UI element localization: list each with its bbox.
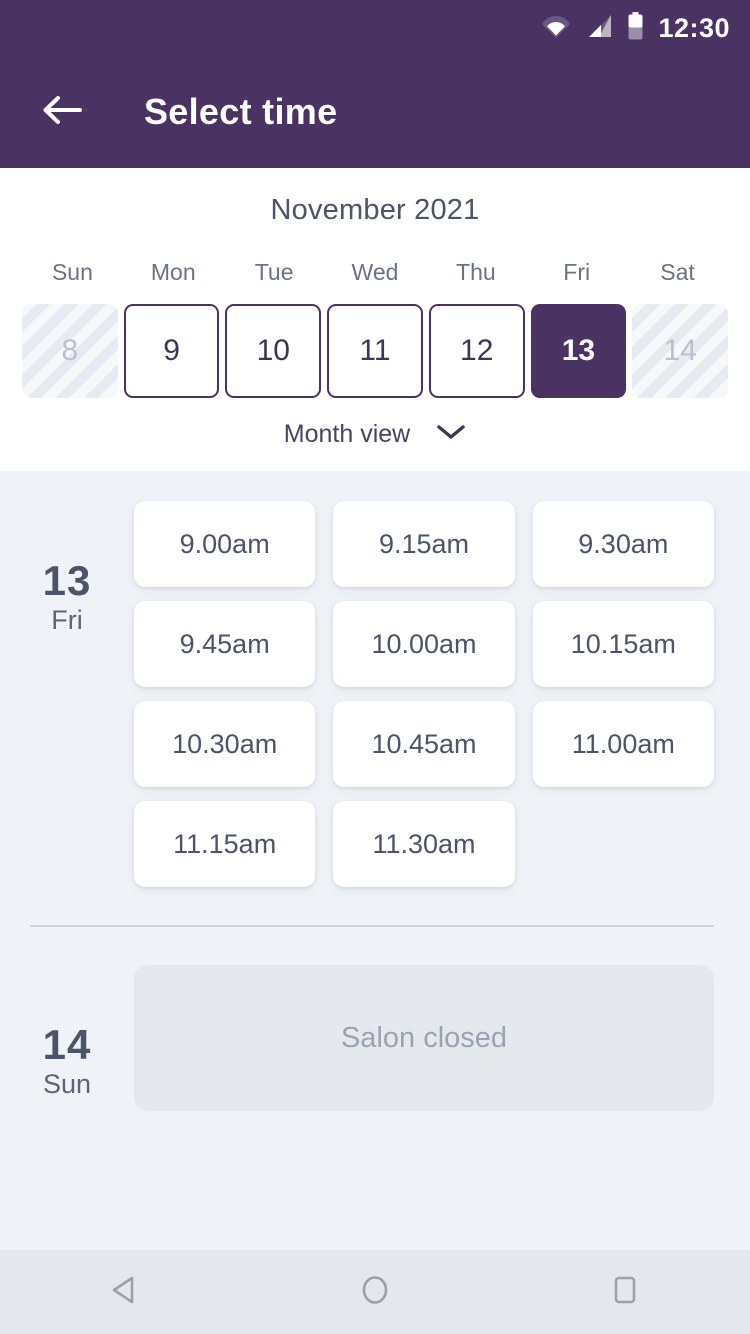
schedule-day-name: Fri bbox=[51, 605, 83, 636]
calendar-panel: November 2021 Sun Mon Tue Wed Thu Fri Sa… bbox=[0, 168, 750, 471]
month-view-label: Month view bbox=[283, 420, 411, 448]
calendar-week-row: 8 9 10 11 12 13 14 bbox=[0, 304, 750, 398]
schedule-day-label: 14 Sun bbox=[0, 965, 134, 1111]
time-slot[interactable]: 9.00am bbox=[134, 501, 316, 587]
calendar-day-cell[interactable]: 12 bbox=[428, 304, 525, 398]
cellular-signal-icon bbox=[585, 13, 613, 44]
schedule-day-group: 13 Fri 9.00am 9.15am 9.30am 9.45am 10.00… bbox=[0, 471, 750, 897]
page-title: Select time bbox=[144, 91, 338, 132]
time-slot[interactable]: 11.30am bbox=[333, 801, 515, 887]
calendar-day-cell-selected[interactable]: 13 bbox=[530, 304, 627, 398]
time-slot[interactable]: 10.15am bbox=[532, 601, 714, 687]
android-nav-bar bbox=[0, 1250, 750, 1334]
status-bar-clock: 12:30 bbox=[658, 12, 730, 43]
weekday-label: Thu bbox=[456, 259, 496, 285]
weekday-label: Sat bbox=[660, 259, 695, 285]
calendar-day-cell[interactable]: 11 bbox=[327, 304, 423, 398]
schedule-day-label: 13 Fri bbox=[0, 501, 134, 887]
calendar-month-title: November 2021 bbox=[270, 194, 480, 226]
time-slot[interactable]: 10.30am bbox=[134, 701, 316, 787]
weekday-label: Sun bbox=[51, 259, 93, 285]
schedule-day-group: 14 Sun Salon closed bbox=[0, 927, 750, 1111]
time-slot[interactable]: 9.15am bbox=[333, 501, 515, 587]
schedule-day-number: 14 bbox=[42, 1021, 92, 1068]
chevron-down-icon bbox=[436, 423, 466, 446]
weekday-header-row: Sun Mon Tue Wed Thu Fri Sat bbox=[0, 259, 750, 286]
time-slot-grid: 9.00am 9.15am 9.30am 9.45am 10.00am 10.1… bbox=[134, 501, 714, 887]
back-arrow-icon bbox=[42, 94, 82, 131]
calendar-day-cell[interactable]: 10 bbox=[225, 304, 322, 398]
nav-home-button[interactable] bbox=[315, 1250, 435, 1334]
nav-recents-button[interactable] bbox=[565, 1250, 685, 1334]
weekday-label: Wed bbox=[351, 259, 399, 285]
android-home-icon bbox=[357, 1272, 393, 1313]
weekday-label: Mon bbox=[150, 259, 196, 285]
time-slot[interactable]: 10.45am bbox=[333, 701, 515, 787]
wifi-icon bbox=[541, 13, 571, 44]
calendar-day-cell: 14 bbox=[632, 304, 728, 398]
schedule-day-name: Sun bbox=[42, 1069, 92, 1100]
weekday-label: Fri bbox=[563, 259, 591, 285]
android-recents-icon bbox=[607, 1272, 643, 1313]
month-view-toggle[interactable]: Month view bbox=[0, 420, 750, 449]
schedule-area: 13 Fri 9.00am 9.15am 9.30am 9.45am 10.00… bbox=[0, 471, 750, 1111]
time-slot[interactable]: 9.45am bbox=[134, 601, 316, 687]
time-slot[interactable]: 10.00am bbox=[333, 601, 515, 687]
nav-back-button[interactable] bbox=[65, 1250, 185, 1334]
salon-closed-notice: Salon closed bbox=[134, 965, 714, 1111]
time-slot[interactable]: 11.15am bbox=[134, 801, 316, 887]
android-back-icon bbox=[107, 1272, 143, 1313]
status-bar: 12:30 bbox=[0, 0, 750, 56]
weekday-label: Tue bbox=[254, 259, 294, 285]
schedule-day-number: 13 bbox=[42, 557, 92, 604]
calendar-day-cell[interactable]: 9 bbox=[123, 304, 220, 398]
back-button[interactable] bbox=[34, 84, 90, 140]
time-slot[interactable]: 9.30am bbox=[532, 501, 714, 587]
battery-icon bbox=[627, 11, 644, 45]
app-bar: Select time bbox=[0, 56, 750, 168]
time-slot[interactable]: 11.00am bbox=[532, 701, 714, 787]
calendar-day-cell: 8 bbox=[22, 304, 118, 398]
